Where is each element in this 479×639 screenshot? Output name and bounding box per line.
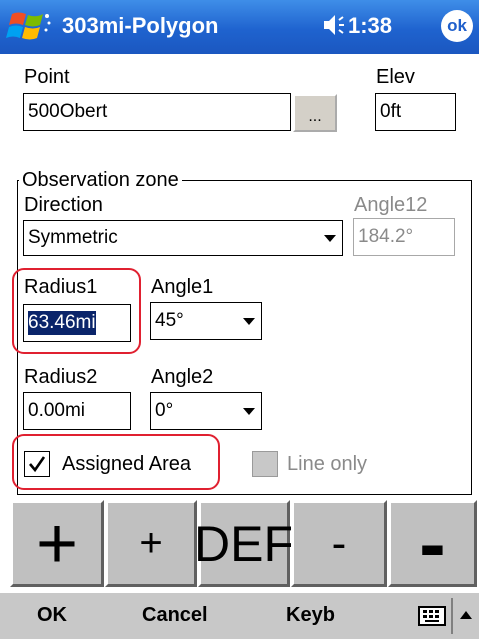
up-arrow-icon[interactable] xyxy=(458,608,474,622)
direction-label: Direction xyxy=(24,194,103,216)
clock-time[interactable]: 1:38 xyxy=(348,13,392,39)
elev-label: Elev xyxy=(376,66,415,88)
speaker-icon[interactable] xyxy=(322,12,346,44)
big-minus-button[interactable]: - xyxy=(388,499,477,588)
radius1-label: Radius1 xyxy=(24,276,98,298)
angle1-select[interactable]: 45° xyxy=(150,302,262,340)
window-title: 303mi-Polygon xyxy=(62,13,219,38)
angle12-field: 184.2° xyxy=(353,218,455,256)
direction-select[interactable]: Symmetric xyxy=(23,220,343,256)
angle2-select[interactable]: 0° xyxy=(150,392,262,430)
chevron-down-icon xyxy=(243,408,255,415)
observation-zone-legend: Observation zone xyxy=(19,169,182,192)
plus-button[interactable]: + xyxy=(105,500,197,587)
radius1-field[interactable]: 63.46mi xyxy=(23,304,131,342)
big-plus-button[interactable]: + xyxy=(10,500,104,587)
angle1-label: Angle1 xyxy=(151,276,214,298)
line-only-checkbox xyxy=(252,451,278,477)
menu-bar xyxy=(0,592,479,639)
checkmark-icon xyxy=(29,456,46,473)
angle2-value: 0° xyxy=(155,400,174,421)
menu-divider xyxy=(451,598,453,634)
direction-value: Symmetric xyxy=(28,227,118,248)
point-field[interactable]: 500Obert xyxy=(23,93,291,131)
point-browse-button[interactable]: ... xyxy=(293,94,337,132)
angle12-label: Angle12 xyxy=(354,194,428,216)
assigned-area-checkbox[interactable] xyxy=(24,451,50,477)
radius2-field[interactable]: 0.00mi xyxy=(23,392,131,430)
menu-ok[interactable]: OK xyxy=(37,604,67,627)
elev-field[interactable]: 0ft xyxy=(375,93,456,131)
def-button[interactable]: DEF xyxy=(194,500,294,587)
point-label: Point xyxy=(24,66,70,88)
chevron-down-icon xyxy=(243,318,255,325)
menu-keyb[interactable]: Keyb xyxy=(286,604,335,627)
keyboard-icon[interactable] xyxy=(418,605,448,627)
radius1-value: 63.46mi xyxy=(28,311,96,335)
radius2-label: Radius2 xyxy=(24,366,98,388)
title-bar: 303mi-Polygon 1:38 ok xyxy=(0,0,479,54)
windows-start-icon[interactable] xyxy=(6,8,52,46)
menu-cancel[interactable]: Cancel xyxy=(142,604,208,627)
angle1-value: 45° xyxy=(155,310,184,331)
assigned-area-label: Assigned Area xyxy=(62,453,191,475)
chevron-down-icon xyxy=(324,235,336,242)
ok-button[interactable]: ok xyxy=(441,10,473,42)
angle2-label: Angle2 xyxy=(151,366,214,388)
line-only-label: Line only xyxy=(287,453,368,475)
minus-button[interactable]: - xyxy=(291,500,387,587)
